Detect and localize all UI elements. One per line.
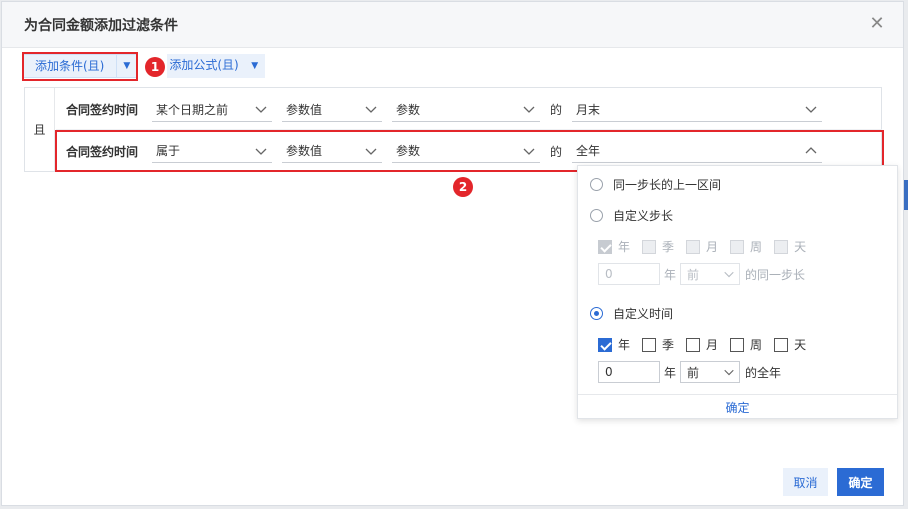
unit-suffix: 年: [664, 267, 677, 282]
field-name: 合同签约时间: [66, 103, 139, 117]
unit-label: 天: [794, 240, 807, 254]
chevron-down-icon: [365, 106, 377, 113]
checkbox-day[interactable]: [774, 239, 789, 254]
unit-label: 季: [662, 338, 675, 352]
period-dropdown: 同一步长的上一区间 自定义步长 年 季 月 周 天 0 年 前 的同一步长 自定…: [577, 165, 898, 419]
param-value: 参数: [396, 102, 421, 117]
checkbox-year[interactable]: [598, 239, 612, 254]
option-custom-step[interactable]: 自定义步长: [590, 207, 673, 224]
of-label: 的: [550, 103, 563, 117]
unit-label: 年: [618, 338, 631, 352]
chevron-down-icon: [255, 106, 267, 113]
time-units: 年 季 月 周 天: [598, 336, 818, 353]
highlight-box-toolbar: [22, 52, 138, 81]
cancel-button[interactable]: 取消: [783, 468, 828, 496]
radio-icon[interactable]: [590, 178, 603, 191]
dropdown-confirm-button[interactable]: 确定: [578, 394, 897, 419]
unit-label: 季: [662, 240, 675, 254]
option-label: 自定义步长: [613, 209, 674, 223]
checkbox-month[interactable]: [686, 337, 701, 352]
checkbox-month[interactable]: [686, 239, 701, 254]
value-type-value: 参数值: [286, 102, 323, 117]
dialog-title: 为合同金额添加过滤条件: [24, 17, 178, 34]
radio-icon[interactable]: [590, 209, 603, 222]
step-config: 0 年 前 的同一步长: [598, 263, 805, 285]
chevron-down-icon: [724, 271, 734, 278]
join-label: 且: [25, 88, 55, 171]
param-select[interactable]: 参数: [392, 98, 540, 122]
ok-button[interactable]: 确定: [837, 468, 884, 496]
option-label: 同一步长的上一区间: [613, 178, 722, 192]
chevron-down-icon: [805, 106, 817, 113]
time-tail: 的全年: [745, 365, 782, 380]
option-custom-time[interactable]: 自定义时间: [590, 305, 673, 322]
unit-label: 天: [794, 338, 807, 352]
chevron-down-icon: [523, 106, 535, 113]
checkbox-year[interactable]: [598, 337, 612, 352]
add-formula-label: 添加公式(且): [169, 58, 239, 72]
time-direction-select[interactable]: 前: [680, 361, 741, 383]
unit-label: 月: [706, 338, 719, 352]
unit-suffix: 年: [664, 365, 677, 380]
time-config: 0 年 前 的全年: [598, 361, 781, 383]
close-icon[interactable]: ✕: [869, 15, 885, 33]
checkbox-quarter[interactable]: [642, 239, 657, 254]
operator-select[interactable]: 某个日期之前: [152, 98, 272, 122]
dialog-header: 为合同金额添加过滤条件: [2, 2, 903, 48]
direction-value: 前: [687, 267, 700, 282]
option-prev-interval[interactable]: 同一步长的上一区间: [590, 176, 721, 193]
step-number-input[interactable]: 0: [598, 263, 660, 285]
period-select[interactable]: 月末: [572, 98, 822, 122]
checkbox-quarter[interactable]: [642, 337, 657, 352]
direction-value: 前: [687, 365, 700, 380]
value-type-select[interactable]: 参数值: [282, 98, 382, 122]
condition-row: 合同签约时间 某个日期之前 参数值 参数 的 月末: [56, 90, 882, 130]
time-number-input[interactable]: 0: [598, 361, 660, 383]
chevron-down-icon: [724, 369, 734, 376]
unit-label: 周: [750, 240, 763, 254]
unit-label: 月: [706, 240, 719, 254]
step-tail: 的同一步长: [745, 267, 806, 282]
option-label: 自定义时间: [613, 307, 674, 321]
annotation-badge-1: 1: [145, 57, 165, 77]
checkbox-day[interactable]: [774, 337, 789, 352]
unit-label: 年: [618, 240, 631, 254]
unit-label: 周: [750, 338, 763, 352]
radio-icon[interactable]: [590, 307, 603, 320]
operator-value: 某个日期之前: [156, 102, 229, 117]
checkbox-week[interactable]: [730, 239, 745, 254]
step-units: 年 季 月 周 天: [598, 238, 818, 255]
add-formula-button[interactable]: 添加公式(且) ▼: [167, 54, 265, 78]
period-value: 月末: [576, 102, 601, 117]
caret-down-icon[interactable]: ▼: [245, 54, 265, 78]
step-direction-select[interactable]: 前: [680, 263, 741, 285]
annotation-badge-2: 2: [453, 177, 473, 197]
checkbox-week[interactable]: [730, 337, 745, 352]
